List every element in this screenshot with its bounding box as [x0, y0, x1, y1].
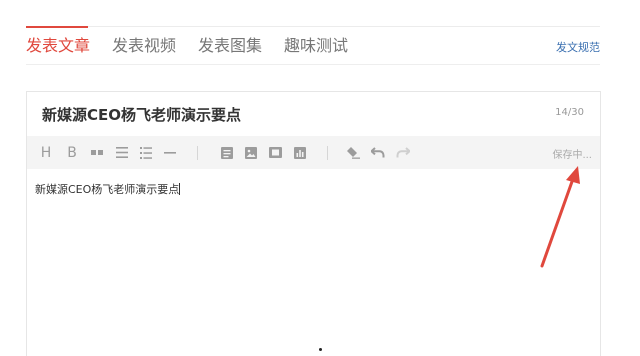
redo-icon — [396, 147, 410, 158]
title-input[interactable]: 新媒源CEO杨飞老师演示要点 — [42, 104, 241, 125]
text-cursor — [179, 183, 181, 195]
heading-button[interactable]: H — [39, 136, 53, 169]
stray-dot — [319, 348, 322, 351]
active-tab-indicator — [26, 26, 88, 28]
heading-icon: H — [40, 144, 52, 161]
publish-tabs: 发表文章 发表视频 发表图集 趣味测试 — [26, 35, 370, 57]
tab-publish-video[interactable]: 发表视频 — [112, 36, 176, 56]
title-char-count: 14/30 — [555, 107, 584, 118]
bold-icon: B — [67, 144, 77, 161]
publishing-rules-link[interactable]: 发文规范 — [556, 39, 600, 55]
document-icon — [221, 146, 233, 159]
undo-button[interactable] — [370, 136, 386, 169]
toolbar-separator — [327, 146, 328, 160]
article-editor: 新媒源CEO杨飞老师演示要点 14/30 H B 保存中... 新媒源CEO杨飞… — [26, 91, 601, 356]
toolbar-separator — [197, 146, 198, 160]
insert-image-button[interactable] — [243, 136, 259, 169]
ordered-list-icon — [140, 146, 152, 159]
tab-publish-article[interactable]: 发表文章 — [26, 36, 90, 56]
undo-icon — [371, 147, 385, 158]
bold-button[interactable]: B — [65, 136, 79, 169]
annotation-arrow-icon — [540, 166, 580, 268]
save-status: 保存中... — [552, 150, 592, 161]
quote-icon — [91, 149, 103, 155]
ordered-list-button[interactable] — [138, 136, 154, 169]
unordered-list-button[interactable] — [114, 136, 130, 169]
editor-toolbar: H B 保存中... — [27, 136, 600, 169]
video-icon — [268, 147, 282, 158]
chart-icon — [294, 146, 306, 159]
content-text: 新媒源CEO杨飞老师演示要点 — [35, 183, 180, 196]
tab-publish-gallery[interactable]: 发表图集 — [198, 36, 262, 56]
unordered-list-icon — [116, 147, 128, 158]
insert-video-button[interactable] — [267, 136, 283, 169]
top-divider — [26, 26, 600, 27]
tabs-divider — [26, 64, 600, 65]
title-row: 新媒源CEO杨飞老师演示要点 14/30 — [27, 92, 600, 136]
insert-document-button[interactable] — [219, 136, 235, 169]
quote-button[interactable] — [89, 136, 105, 169]
clear-format-icon — [347, 147, 360, 159]
insert-chart-button[interactable] — [292, 136, 308, 169]
image-icon — [245, 146, 257, 159]
editor-content[interactable]: 新媒源CEO杨飞老师演示要点 — [35, 181, 181, 197]
clear-format-button[interactable] — [345, 136, 361, 169]
tab-fun-quiz[interactable]: 趣味测试 — [284, 36, 348, 56]
horizontal-rule-button[interactable] — [162, 136, 178, 169]
redo-button[interactable] — [395, 136, 411, 169]
horizontal-rule-icon — [164, 151, 176, 154]
